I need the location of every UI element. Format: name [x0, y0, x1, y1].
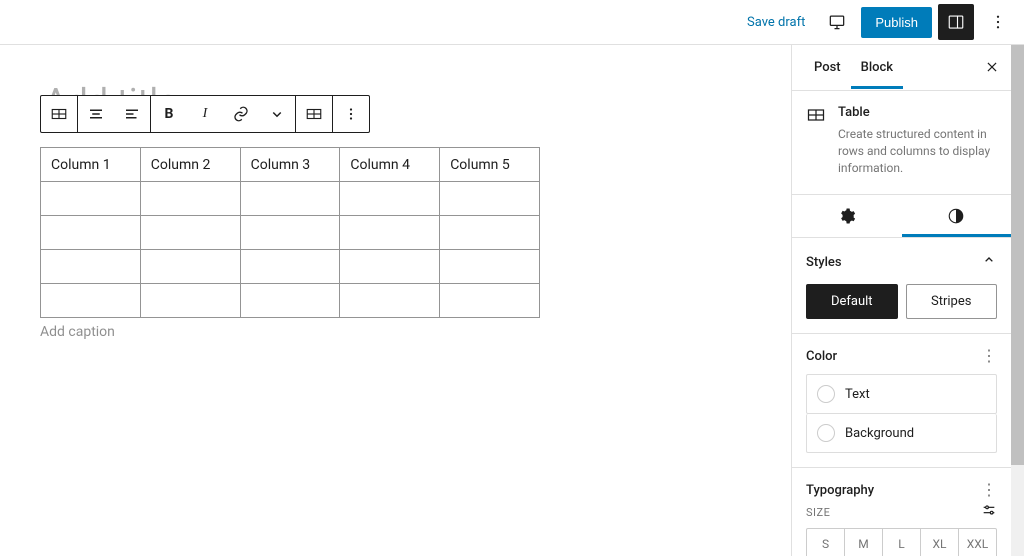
sidebar-scrollbar[interactable] [1011, 45, 1024, 556]
subtab-settings[interactable] [792, 195, 902, 237]
align-button[interactable] [78, 96, 114, 132]
close-sidebar-button[interactable] [985, 59, 999, 78]
table-caption-input[interactable]: Add caption [40, 324, 751, 340]
table-header-cell[interactable]: Column 3 [240, 148, 340, 182]
gear-icon [838, 207, 856, 225]
typography-more-button[interactable]: ⋮ [981, 482, 997, 498]
sidebar-icon [947, 13, 965, 31]
table-header-cell[interactable]: Column 5 [440, 148, 540, 182]
table-icon [50, 105, 68, 123]
link-icon [232, 105, 250, 123]
style-default-button[interactable]: Default [806, 284, 898, 319]
table-row[interactable] [41, 182, 540, 216]
top-bar: Save draft Publish [0, 0, 1024, 45]
block-type-button[interactable] [41, 96, 77, 132]
preview-button[interactable] [819, 4, 855, 40]
save-draft-link[interactable]: Save draft [739, 9, 813, 36]
color-background-label: Background [845, 426, 914, 441]
table-row[interactable] [41, 284, 540, 318]
color-panel: Color ⋮ Text Background [792, 334, 1011, 468]
scrollbar-thumb[interactable] [1011, 45, 1024, 465]
sidebar-tabs: Post Block [792, 45, 1011, 91]
size-label: SIZE [806, 506, 830, 519]
size-s-button[interactable]: S [807, 529, 845, 556]
swatch-icon [817, 385, 835, 403]
settings-sidebar: Post Block Table Create structured conte… [791, 45, 1011, 556]
contrast-icon [947, 207, 965, 225]
color-text-button[interactable]: Text [806, 374, 997, 414]
tab-post[interactable]: Post [804, 46, 851, 89]
editor-canvas: Add title B I [0, 45, 791, 556]
chevron-down-icon [268, 105, 286, 123]
table-header-cell[interactable]: Column 1 [41, 148, 141, 182]
publish-button[interactable]: Publish [861, 7, 932, 38]
styles-panel-label: Styles [806, 255, 842, 270]
close-icon [985, 60, 999, 74]
collapse-styles-button[interactable] [981, 252, 997, 272]
table-row[interactable] [41, 250, 540, 284]
styles-panel: Styles Default Stripes [792, 238, 1011, 334]
block-type-title: Table [838, 105, 997, 120]
align-left-icon [123, 105, 141, 123]
color-background-button[interactable]: Background [806, 414, 997, 453]
subtab-styles[interactable] [902, 195, 1012, 237]
size-buttons: S M L XL XXL [806, 528, 997, 556]
color-more-button[interactable]: ⋮ [981, 348, 997, 364]
block-type-description: Create structured content in rows and co… [838, 126, 997, 176]
text-align-button[interactable] [114, 96, 150, 132]
table-edit-icon [305, 105, 323, 123]
style-stripes-button[interactable]: Stripes [906, 284, 998, 319]
block-toolbar: B I [40, 95, 370, 133]
table-header-cell[interactable]: Column 2 [140, 148, 240, 182]
color-panel-label: Color [806, 349, 837, 364]
table-row[interactable] [41, 216, 540, 250]
more-rich-text-button[interactable] [259, 96, 295, 132]
size-m-button[interactable]: M [845, 529, 883, 556]
block-info: Table Create structured content in rows … [792, 91, 1011, 195]
size-custom-button[interactable] [981, 502, 997, 522]
edit-table-button[interactable] [296, 96, 332, 132]
typography-panel: Typography ⋮ SIZE S M L XL XXL [792, 468, 1011, 556]
link-button[interactable] [223, 96, 259, 132]
align-center-icon [87, 105, 105, 123]
top-more-button[interactable] [980, 4, 1016, 40]
size-l-button[interactable]: L [883, 529, 921, 556]
settings-toggle-button[interactable] [938, 4, 974, 40]
typography-panel-label: Typography [806, 483, 874, 498]
table-header-cell[interactable]: Column 4 [340, 148, 440, 182]
size-xl-button[interactable]: XL [921, 529, 959, 556]
table-block[interactable]: Column 1 Column 2 Column 3 Column 4 Colu… [40, 147, 540, 318]
block-subtabs [792, 195, 1011, 238]
italic-button[interactable]: I [187, 96, 223, 132]
sliders-icon [981, 502, 997, 518]
block-more-button[interactable] [333, 96, 369, 132]
chevron-up-icon [981, 252, 997, 268]
swatch-icon [817, 424, 835, 442]
size-xxl-button[interactable]: XXL [959, 529, 996, 556]
device-icon [827, 12, 847, 32]
more-vertical-icon [342, 105, 360, 123]
color-text-label: Text [845, 387, 870, 402]
bold-button[interactable]: B [151, 96, 187, 132]
more-vertical-icon [989, 13, 1007, 31]
table-icon [806, 105, 826, 125]
tab-block[interactable]: Block [851, 46, 903, 89]
table-header-row[interactable]: Column 1 Column 2 Column 3 Column 4 Colu… [41, 148, 540, 182]
